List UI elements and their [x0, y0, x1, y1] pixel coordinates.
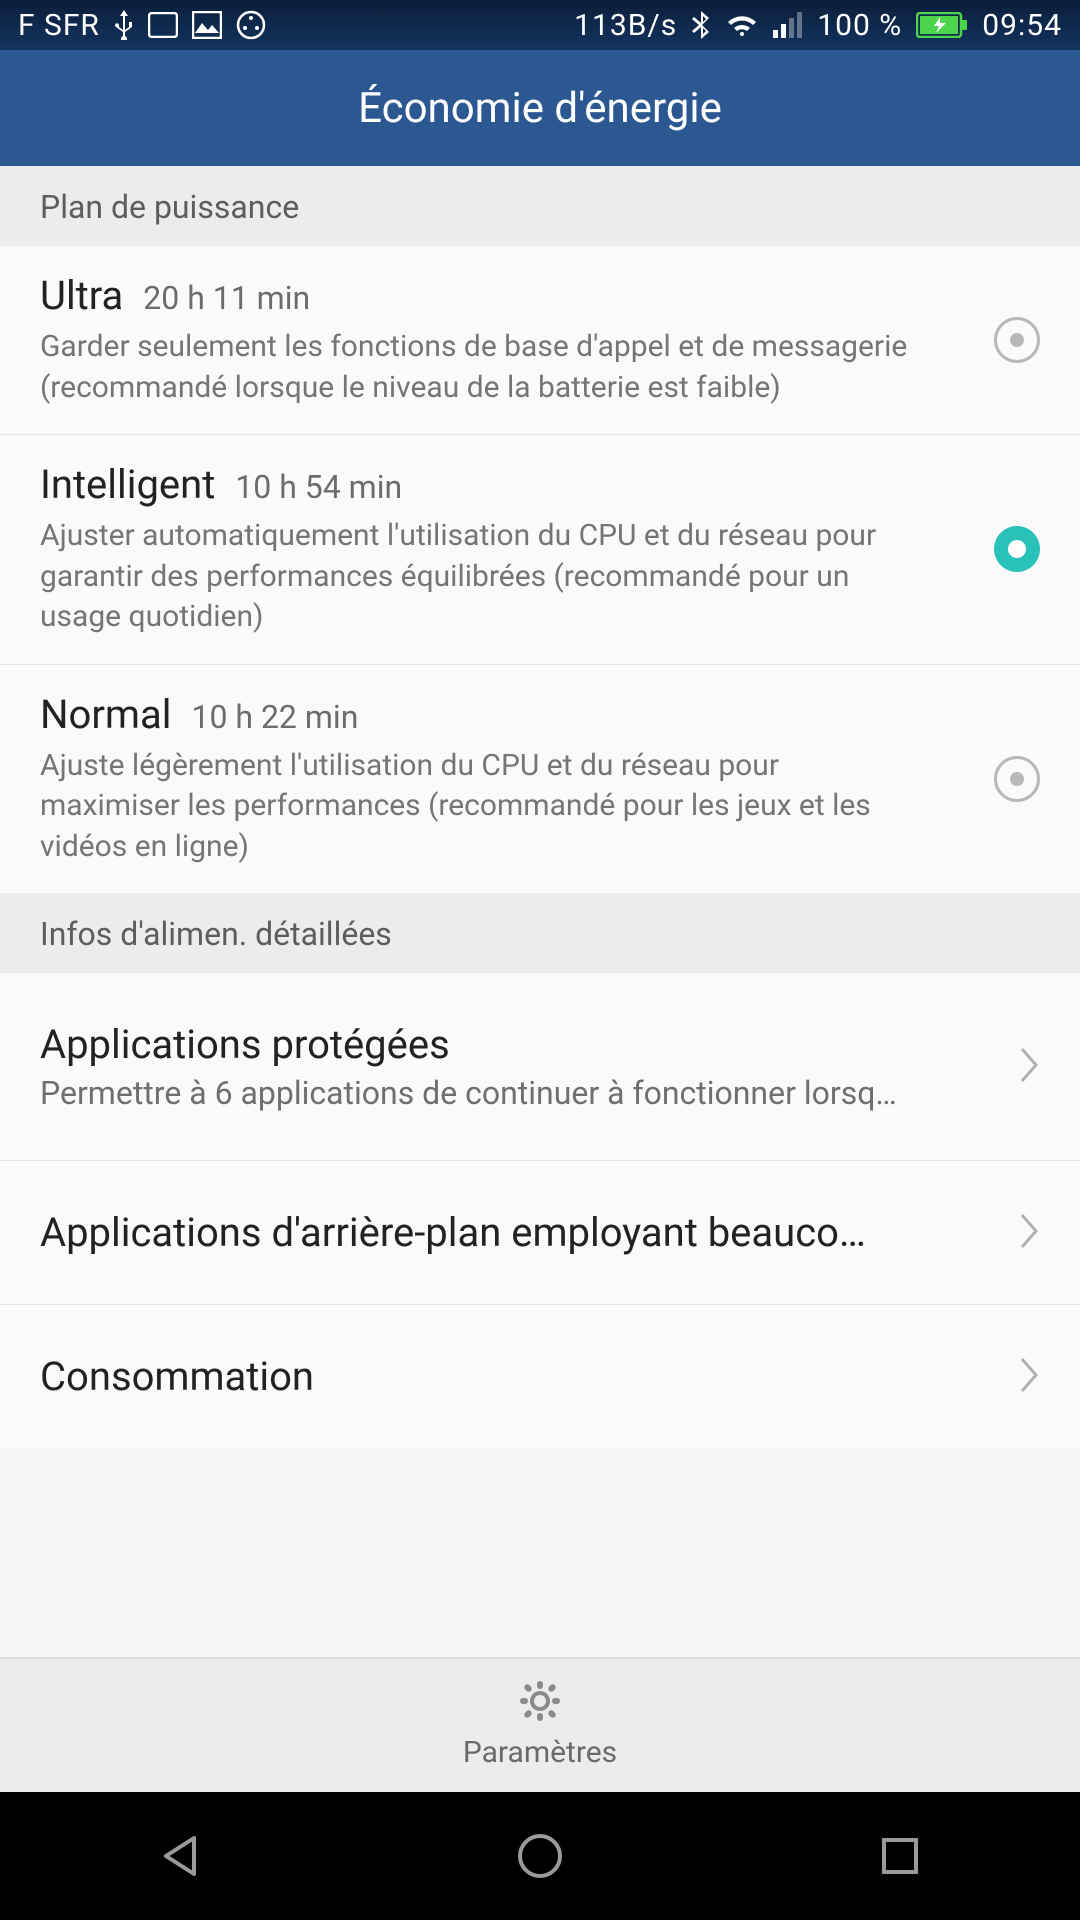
plan-intelligent-radio[interactable] — [994, 526, 1040, 572]
chevron-right-icon — [1018, 1047, 1040, 1087]
plan-intelligent-row[interactable]: Intelligent 10 h 54 min Ajuster automati… — [0, 435, 1080, 665]
network-speed: 113B/s — [574, 8, 677, 43]
section-info-header: Infos d'alimen. détaillées — [0, 893, 1080, 973]
image-icon — [192, 11, 222, 39]
android-navbar — [0, 1792, 1080, 1920]
page-title: Économie d'énergie — [358, 84, 722, 133]
battery-pct: 100 % — [817, 8, 902, 43]
plan-intelligent-desc: Ajuster automatiquement l'utilisation du… — [40, 516, 910, 638]
plan-normal-radio[interactable] — [994, 756, 1040, 802]
plan-normal-title: Normal — [40, 691, 171, 738]
protected-apps-title: Applications protégées — [40, 1021, 998, 1068]
plan-normal-desc: Ajuste légèrement l'utilisation du CPU e… — [40, 746, 910, 868]
settings-button[interactable]: Paramètres — [0, 1657, 1080, 1792]
status-bar: F SFR 113B/s 100 — [0, 0, 1080, 50]
plan-ultra-radio[interactable] — [994, 317, 1040, 363]
battery-icon — [916, 12, 968, 38]
app-header: Économie d'énergie — [0, 50, 1080, 166]
wifi-icon — [725, 12, 759, 38]
back-button[interactable] — [152, 1828, 208, 1884]
plan-normal-time: 10 h 22 min — [191, 698, 358, 736]
consumption-row[interactable]: Consommation — [0, 1305, 1080, 1448]
signal-icon — [773, 12, 803, 38]
plan-ultra-title: Ultra — [40, 272, 123, 319]
settings-label: Paramètres — [463, 1735, 617, 1770]
protected-apps-row[interactable]: Applications protégées Permettre à 6 app… — [0, 973, 1080, 1161]
rect-icon — [148, 12, 178, 38]
plan-intelligent-title: Intelligent — [40, 461, 215, 508]
chevron-right-icon — [1018, 1357, 1040, 1397]
protected-apps-sub: Permettre à 6 applications de continuer … — [40, 1074, 940, 1112]
carrier-label: F SFR — [18, 8, 100, 43]
plan-list: Ultra 20 h 11 min Garder seulement les f… — [0, 246, 1080, 893]
gear-icon — [516, 1677, 564, 1729]
background-apps-row[interactable]: Applications d'arrière-plan employant be… — [0, 1161, 1080, 1305]
clock: 09:54 — [982, 8, 1062, 43]
info-list: Applications protégées Permettre à 6 app… — [0, 973, 1080, 1448]
background-apps-title: Applications d'arrière-plan employant be… — [40, 1209, 998, 1256]
plan-ultra-time: 20 h 11 min — [143, 279, 310, 317]
home-button[interactable] — [512, 1828, 568, 1884]
recent-apps-button[interactable] — [872, 1828, 928, 1884]
chevron-right-icon — [1018, 1213, 1040, 1253]
plan-ultra-row[interactable]: Ultra 20 h 11 min Garder seulement les f… — [0, 246, 1080, 435]
plan-normal-row[interactable]: Normal 10 h 22 min Ajuste légèrement l'u… — [0, 665, 1080, 894]
plan-ultra-desc: Garder seulement les fonctions de base d… — [40, 327, 910, 408]
usb-icon — [114, 10, 134, 40]
circle-dots-icon — [236, 10, 266, 40]
consumption-title: Consommation — [40, 1353, 998, 1400]
bluetooth-icon — [691, 10, 711, 40]
plan-intelligent-time: 10 h 54 min — [235, 468, 402, 506]
section-plan-header: Plan de puissance — [0, 166, 1080, 246]
